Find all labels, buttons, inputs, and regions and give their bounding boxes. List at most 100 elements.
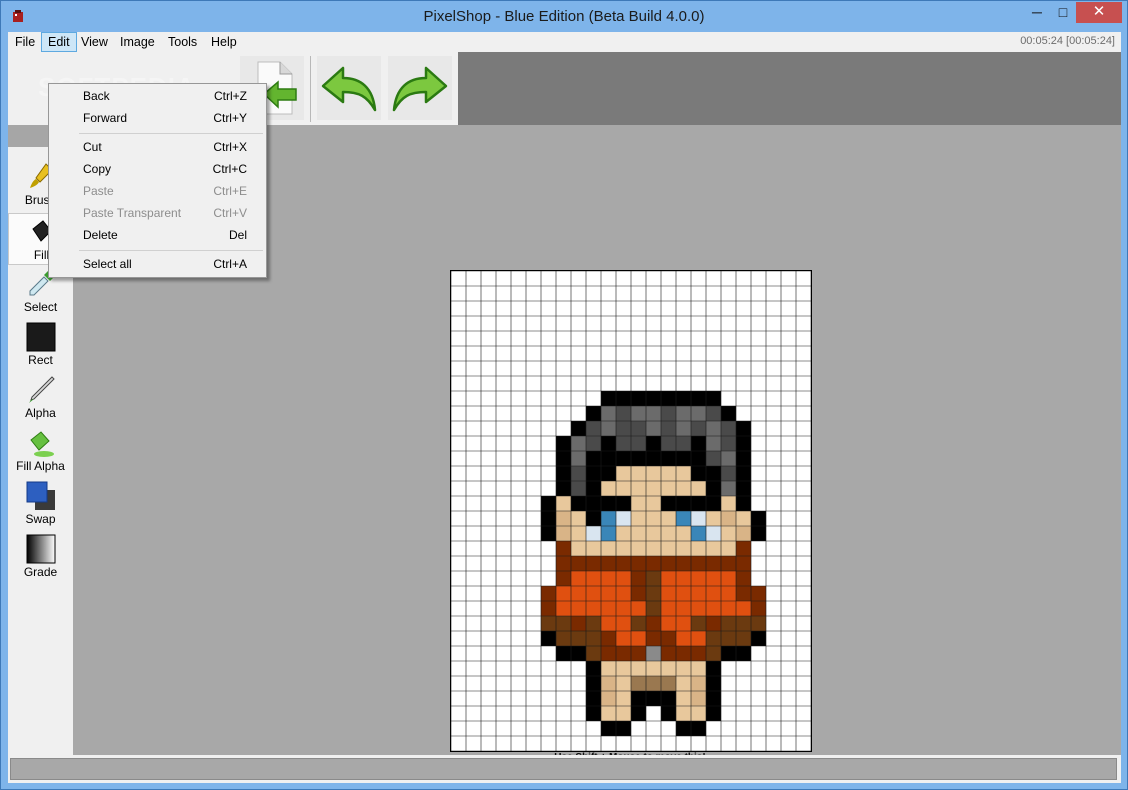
pixel-cell[interactable] [751, 511, 766, 526]
pixel-cell[interactable] [661, 541, 676, 556]
pixel-cell[interactable] [571, 631, 586, 646]
pixel-cell[interactable] [631, 631, 646, 646]
pixel-cell[interactable] [631, 481, 646, 496]
pixel-cell[interactable] [616, 526, 631, 541]
pixel-cell[interactable] [751, 586, 766, 601]
pixel-cell[interactable] [556, 481, 571, 496]
pixel-cell[interactable] [631, 616, 646, 631]
pixel-cell[interactable] [556, 511, 571, 526]
pixel-cell[interactable] [691, 721, 706, 736]
pixel-cell[interactable] [706, 676, 721, 691]
pixel-cell[interactable] [676, 691, 691, 706]
pixel-cell[interactable] [676, 571, 691, 586]
pixel-cell[interactable] [661, 451, 676, 466]
pixel-cell[interactable] [646, 496, 661, 511]
pixel-cell[interactable] [706, 601, 721, 616]
pixel-cell[interactable] [631, 676, 646, 691]
pixel-cell[interactable] [586, 421, 601, 436]
pixel-cell[interactable] [571, 601, 586, 616]
pixel-cell[interactable] [571, 616, 586, 631]
pixel-cell[interactable] [616, 616, 631, 631]
pixel-cell[interactable] [721, 451, 736, 466]
tool-alpha[interactable]: Alpha [8, 372, 73, 424]
pixel-cell[interactable] [616, 496, 631, 511]
pixel-cell[interactable] [676, 676, 691, 691]
pixel-cell[interactable] [631, 571, 646, 586]
pixel-cell[interactable] [706, 526, 721, 541]
pixel-cell[interactable] [586, 511, 601, 526]
pixel-cell[interactable] [706, 391, 721, 406]
pixel-cell[interactable] [631, 391, 646, 406]
pixel-cell[interactable] [706, 646, 721, 661]
pixel-cell[interactable] [691, 631, 706, 646]
pixel-cell[interactable] [646, 481, 661, 496]
pixel-cell[interactable] [676, 436, 691, 451]
pixel-cell[interactable] [586, 586, 601, 601]
pixel-cell[interactable] [616, 586, 631, 601]
pixel-cell[interactable] [571, 571, 586, 586]
close-button[interactable]: ✕ [1076, 2, 1122, 23]
pixel-cell[interactable] [631, 436, 646, 451]
pixel-cell[interactable] [541, 616, 556, 631]
tool-fill-alpha[interactable]: Fill Alpha [8, 425, 73, 477]
pixel-cell[interactable] [706, 496, 721, 511]
pixel-cell[interactable] [676, 496, 691, 511]
pixel-cell[interactable] [736, 451, 751, 466]
pixel-cell[interactable] [556, 526, 571, 541]
pixel-cell[interactable] [721, 601, 736, 616]
pixel-cell[interactable] [586, 406, 601, 421]
pixel-cell[interactable] [706, 616, 721, 631]
menu-item-copy[interactable]: Copy Ctrl+C [50, 158, 265, 180]
pixel-cell[interactable] [676, 706, 691, 721]
pixel-cell[interactable] [661, 466, 676, 481]
pixel-cell[interactable] [571, 496, 586, 511]
pixel-cell[interactable] [661, 646, 676, 661]
pixel-cell[interactable] [616, 601, 631, 616]
pixel-cell[interactable] [541, 631, 556, 646]
pixel-cell[interactable] [676, 391, 691, 406]
pixel-cell[interactable] [616, 721, 631, 736]
pixel-cell[interactable] [601, 526, 616, 541]
pixel-cell[interactable] [736, 631, 751, 646]
redo-arrow-icon[interactable] [388, 56, 452, 120]
pixel-cell[interactable] [736, 616, 751, 631]
pixel-cell[interactable] [616, 571, 631, 586]
pixel-cell[interactable] [586, 466, 601, 481]
pixel-cell[interactable] [661, 661, 676, 676]
pixel-cell[interactable] [661, 616, 676, 631]
pixel-cell[interactable] [586, 451, 601, 466]
pixel-cell[interactable] [736, 466, 751, 481]
pixel-cell[interactable] [571, 511, 586, 526]
pixel-cell[interactable] [661, 511, 676, 526]
pixel-cell[interactable] [601, 706, 616, 721]
pixel-cell[interactable] [571, 481, 586, 496]
pixel-cell[interactable] [721, 631, 736, 646]
pixel-cell[interactable] [721, 541, 736, 556]
pixel-cell[interactable] [691, 436, 706, 451]
menu-file[interactable]: File [9, 32, 41, 52]
pixel-cell[interactable] [601, 436, 616, 451]
pixel-cell[interactable] [706, 706, 721, 721]
pixel-cell[interactable] [706, 691, 721, 706]
pixel-cell[interactable] [676, 466, 691, 481]
pixel-cell[interactable] [736, 436, 751, 451]
pixel-cell[interactable] [541, 526, 556, 541]
pixel-cell[interactable] [706, 631, 721, 646]
pixel-cell[interactable] [601, 631, 616, 646]
pixel-cell[interactable] [601, 556, 616, 571]
pixel-cell[interactable] [661, 691, 676, 706]
pixel-cell[interactable] [691, 526, 706, 541]
menu-tools[interactable]: Tools [162, 32, 203, 52]
menu-item-back[interactable]: Back Ctrl+Z [50, 85, 265, 107]
pixel-cell[interactable] [586, 706, 601, 721]
pixel-cell[interactable] [601, 571, 616, 586]
pixel-cell[interactable] [691, 451, 706, 466]
pixel-cell[interactable] [631, 421, 646, 436]
pixel-cell[interactable] [586, 541, 601, 556]
pixel-cell[interactable] [556, 451, 571, 466]
pixel-cell[interactable] [661, 586, 676, 601]
menu-item-cut[interactable]: Cut Ctrl+X [50, 136, 265, 158]
pixel-cell[interactable] [736, 421, 751, 436]
pixel-cell[interactable] [616, 646, 631, 661]
pixel-cell[interactable] [676, 541, 691, 556]
